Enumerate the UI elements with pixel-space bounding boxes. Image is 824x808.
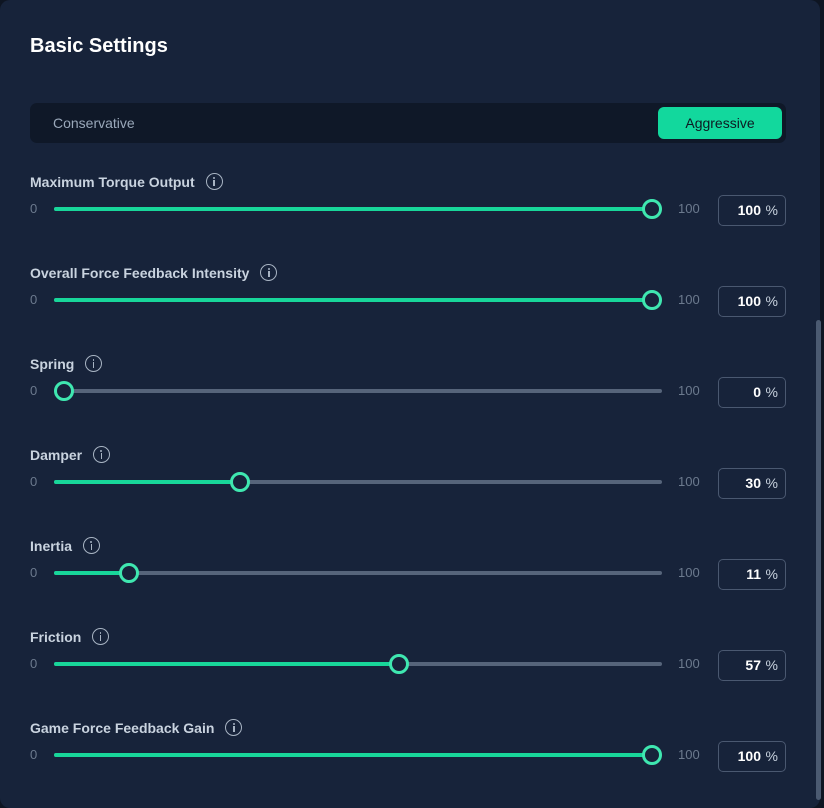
mode-toggle: Conservative Aggressive (30, 103, 786, 143)
game-force-feedback-gain-value-input[interactable]: 100 % (718, 741, 786, 772)
setting-label: Inertia (30, 536, 101, 556)
value-number: 100 (737, 202, 761, 218)
game-force-feedback-gain-slider[interactable] (54, 745, 662, 765)
friction-slider[interactable] (54, 654, 662, 674)
slider-thumb[interactable] (389, 654, 410, 674)
slider-max-label: 100 (678, 474, 700, 489)
value-unit: % (765, 566, 778, 582)
maximum-torque-output-value-input[interactable]: 100 % (718, 195, 786, 226)
inertia-slider[interactable] (54, 563, 662, 583)
setting-damper: Damper 0 100 30 % (0, 445, 820, 515)
slider-fill (54, 480, 241, 484)
slider-min-label: 0 (30, 565, 38, 580)
slider-thumb[interactable] (642, 290, 662, 310)
value-unit: % (765, 475, 778, 491)
info-icon[interactable] (85, 355, 103, 373)
value-unit: % (765, 657, 778, 673)
value-number: 11 (746, 566, 761, 582)
slider-thumb[interactable] (642, 745, 662, 765)
damper-value-input[interactable]: 30 % (718, 468, 786, 499)
value-unit: % (765, 293, 778, 309)
setting-label-text: Friction (30, 629, 82, 645)
overall-force-feedback-intensity-value-input[interactable]: 100 % (718, 286, 786, 317)
value-number: 30 (745, 475, 761, 491)
setting-maximum-torque-output: Maximum Torque Output 0 100 100 % (0, 172, 820, 242)
slider-thumb[interactable] (230, 472, 251, 492)
setting-label: Overall Force Feedback Intensity (30, 263, 278, 283)
page-title: Basic Settings (30, 35, 168, 57)
slider-max-label: 100 (678, 565, 700, 580)
setting-game-force-feedback-gain: Game Force Feedback Gain 0 100 100 % (0, 718, 820, 788)
slider-max-label: 100 (678, 292, 700, 307)
slider-fill (54, 207, 652, 211)
setting-label-text: Inertia (30, 538, 73, 554)
slider-min-label: 0 (30, 383, 38, 398)
mode-aggressive-button[interactable]: Aggressive (658, 107, 782, 139)
setting-label-text: Game Force Feedback Gain (30, 720, 215, 736)
slider-min-label: 0 (30, 474, 38, 489)
slider-min-label: 0 (30, 656, 38, 671)
setting-label-text: Damper (30, 447, 83, 463)
setting-spring: Spring 0 100 0 % (0, 354, 820, 424)
value-number: 57 (745, 657, 761, 673)
mode-conservative-button[interactable]: Conservative (53, 103, 135, 143)
value-unit: % (765, 202, 778, 218)
info-icon[interactable] (260, 264, 278, 282)
slider-fill (54, 571, 129, 575)
info-icon[interactable] (93, 446, 111, 464)
spring-slider[interactable] (54, 381, 662, 401)
slider-thumb[interactable] (118, 563, 139, 583)
slider-fill (54, 662, 400, 666)
slider-min-label: 0 (30, 747, 38, 762)
info-icon[interactable] (92, 628, 110, 646)
setting-label: Friction (30, 627, 110, 647)
slider-thumb[interactable] (642, 199, 662, 219)
setting-label-text: Maximum Torque Output (30, 174, 195, 190)
value-unit: % (765, 384, 778, 400)
info-icon[interactable] (225, 719, 243, 737)
slider-max-label: 100 (678, 747, 700, 762)
slider-min-label: 0 (30, 292, 38, 307)
value-number: 100 (737, 748, 761, 764)
overall-force-feedback-intensity-slider[interactable] (54, 290, 662, 310)
value-number: 0 (753, 384, 761, 400)
setting-overall-force-feedback-intensity: Overall Force Feedback Intensity 0 100 1… (0, 263, 820, 333)
setting-inertia: Inertia 0 100 11 % (0, 536, 820, 606)
slider-max-label: 100 (678, 201, 700, 216)
setting-label: Game Force Feedback Gain (30, 718, 243, 738)
value-unit: % (765, 748, 778, 764)
value-number: 100 (737, 293, 761, 309)
info-icon[interactable] (83, 537, 101, 555)
slider-thumb[interactable] (54, 381, 74, 401)
slider-min-label: 0 (30, 201, 38, 216)
basic-settings-panel: Basic Settings Conservative Aggressive M… (0, 0, 821, 808)
damper-slider[interactable] (54, 472, 662, 492)
slider-fill (54, 298, 652, 302)
scrollbar[interactable] (816, 320, 821, 800)
setting-label-text: Spring (30, 356, 75, 372)
maximum-torque-output-slider[interactable] (54, 199, 662, 219)
slider-fill (54, 753, 652, 757)
setting-label-text: Overall Force Feedback Intensity (30, 265, 250, 281)
setting-label: Damper (30, 445, 111, 465)
inertia-value-input[interactable]: 11 % (718, 559, 786, 590)
slider-max-label: 100 (678, 383, 700, 398)
setting-label: Spring (30, 354, 103, 374)
slider-max-label: 100 (678, 656, 700, 671)
spring-value-input[interactable]: 0 % (718, 377, 786, 408)
setting-friction: Friction 0 100 57 % (0, 627, 820, 697)
setting-label: Maximum Torque Output (30, 172, 223, 192)
info-icon[interactable] (205, 173, 223, 191)
friction-value-input[interactable]: 57 % (718, 650, 786, 681)
